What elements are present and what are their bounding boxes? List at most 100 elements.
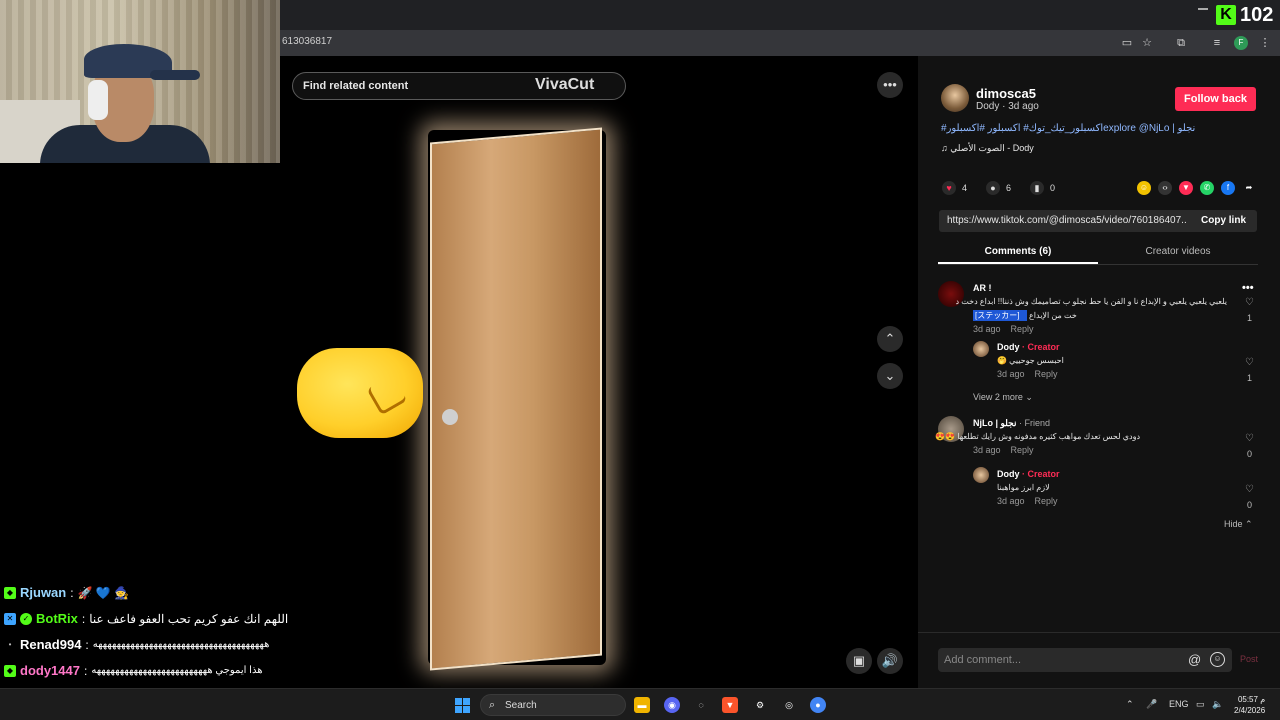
next-video-chevron-down-icon[interactable]: ⌄ [877,363,903,389]
webcam-feed [0,0,280,163]
windows-start-icon[interactable] [455,698,470,713]
tab-comments[interactable]: Comments (6) [938,246,1098,257]
copy-link-button[interactable]: Copy link [1201,215,1246,226]
friends-share-icon[interactable]: ☺ [1137,181,1151,195]
reply-author-name[interactable]: Dody [997,469,1020,479]
chrome-icon[interactable]: ● [810,697,826,713]
url-text[interactable]: 613036817 [282,36,332,47]
chat-username[interactable]: Renad994 [20,637,81,652]
friend-badge: · Friend [1016,418,1050,428]
comment-author[interactable]: AR ! [973,283,992,293]
reply-author[interactable]: Dody · Creator [997,469,1060,479]
find-related-search[interactable]: Find related content VivaCut [292,72,626,100]
share-arrow-icon[interactable]: ➦ [1242,181,1256,195]
comment-author-name[interactable]: NjLo | نجلو [973,418,1016,428]
volume-icon[interactable]: 🔊 [877,648,903,674]
extensions-icon[interactable]: ⧉ [1174,36,1188,50]
hide-replies-button[interactable]: Hide ⌃ [1224,519,1253,530]
comment-more-icon[interactable]: ••• [1242,282,1254,294]
heart-icon[interactable]: ♥ [942,181,956,195]
chat-username[interactable]: Rjuwan [20,585,66,600]
chat-badge-icon: ◆ [4,664,16,677]
discord-icon[interactable]: ◉ [664,697,680,713]
volume-tray-icon[interactable]: 🔈 [1212,699,1223,710]
more-options-icon[interactable]: ••• [877,72,903,98]
facebook-icon[interactable]: f [1221,181,1235,195]
reply-author[interactable]: Dody · Creator [997,342,1060,352]
reply-avatar[interactable] [973,341,989,357]
obs-icon[interactable]: ◌ [693,697,709,713]
mention-icon[interactable]: @ [1188,652,1201,667]
address-bar[interactable]: 613036817 ▭ ☆ ⧉ ≡ F ⋮ [280,30,1280,56]
author-name[interactable]: dimosca5 [976,86,1036,101]
tab-creator-videos[interactable]: Creator videos [1098,246,1258,257]
chat-username[interactable]: BotRix [36,611,78,626]
network-icon[interactable]: ▭ [1196,699,1205,710]
tray-chevron-up-icon[interactable]: ⌃ [1126,699,1134,710]
chat-separator: : [70,585,74,600]
view-more-label[interactable]: View 2 more [973,392,1023,402]
author-avatar[interactable] [941,84,969,112]
share-link-text[interactable]: https://www.tiktok.com/@dimosca5/video/7… [947,215,1187,226]
reply-author-name[interactable]: Dody [997,342,1020,352]
taskbar-search[interactable]: ⌕ Search [480,694,626,716]
chat-badge-icon: ◆ [4,586,16,599]
clock-time: 05:57 م [1237,695,1266,704]
file-explorer-icon[interactable]: ▬ [634,697,650,713]
settings-gear-icon[interactable]: ⚙ [752,697,768,713]
comment-like-heart-icon[interactable]: ♡ [1245,434,1255,444]
emoji-icon[interactable]: ☺ [1210,652,1225,667]
post-caption[interactable]: #اكسبلور_تيك_توك# اكسبلور #اكسبلورexplor… [941,123,1195,134]
cast-icon[interactable]: ▭ [1120,36,1134,50]
comment-like-heart-icon[interactable]: ♡ [1245,298,1255,308]
language-indicator[interactable]: ENG [1169,699,1189,709]
chat-text: هذا ايموجي هههههههههههههههههههههههههه [91,665,263,676]
profile-avatar[interactable]: F [1234,36,1248,50]
reply-avatar[interactable] [973,467,989,483]
comment-composer[interactable]: @ ☺ [938,648,1232,672]
comment-input[interactable] [944,652,1184,668]
chat-username[interactable]: dody1447 [20,663,80,678]
music-credit[interactable]: ♫ الصوت الأصلي - Dody [941,143,1034,154]
chat-message: ◆ dody1447 : هذا ايموجي هههههههههههههههه… [4,663,262,678]
reading-list-icon[interactable]: ≡ [1210,36,1224,50]
reply-button[interactable]: Reply [1011,445,1034,455]
embed-icon[interactable]: ‹› [1158,181,1172,195]
chat-message: ✕ ✓ BotRix : اللهم انك عفو كريم تحب العف… [4,611,288,626]
pip-icon[interactable]: ▣ [846,648,872,674]
menu-kebab-icon[interactable]: ⋮ [1258,36,1272,50]
reply-like-heart-icon[interactable]: ♡ [1245,358,1255,368]
previous-video-chevron-up-icon[interactable]: ⌃ [877,326,903,352]
save-stat[interactable]: ▮ 0 [1030,181,1055,195]
comment-stat[interactable]: ● 6 [986,181,1011,195]
hide-label[interactable]: Hide [1224,519,1243,529]
like-count: 4 [962,183,968,193]
reply-button[interactable]: Reply [1035,369,1058,379]
reply-button[interactable]: Reply [1011,324,1034,334]
view-more-replies[interactable]: View 2 more ⌄ [973,392,1033,403]
send-icon[interactable]: ▼ [1179,181,1193,195]
comment-bubble-icon[interactable]: ● [986,181,1000,195]
reply-like-heart-icon[interactable]: ♡ [1245,485,1255,495]
system-clock[interactable]: 05:57 م 2/4/2026 [1234,694,1265,716]
like-stat[interactable]: ♥ 4 [942,181,967,195]
post-button[interactable]: Post [1240,654,1258,664]
brave-browser-icon[interactable]: ▼ [722,697,738,713]
comment-like-count: 1 [1247,313,1253,323]
follow-back-button[interactable]: Follow back [1175,87,1256,111]
comment-meta: 3d ago Reply [973,324,1034,334]
chat-text: اللهم انك عفو كريم تحب العفو فاعف عنا [89,611,289,626]
bookmark-star-icon[interactable]: ☆ [1140,36,1154,50]
reply-like-count: 0 [1247,500,1253,510]
bookmark-icon[interactable]: ▮ [1030,181,1044,195]
whatsapp-icon[interactable]: ✆ [1200,181,1214,195]
reply-time: 3d ago [997,496,1025,506]
search-label: Search [505,700,537,711]
microphone-icon[interactable]: 🎤 [1146,699,1157,710]
comment-author[interactable]: NjLo | نجلو · Friend [973,418,1050,429]
reply-like-count: 1 [1247,373,1253,383]
reply-button[interactable]: Reply [1035,496,1058,506]
streaming-app-icon[interactable]: ◎ [781,697,797,713]
minimize-icon[interactable] [1198,8,1208,10]
windows-taskbar: ⌕ Search ▬ ◉ ◌ ▼ ⚙ ◎ ● ⌃ 🎤 ENG ▭ 🔈 05:57… [0,688,1280,720]
